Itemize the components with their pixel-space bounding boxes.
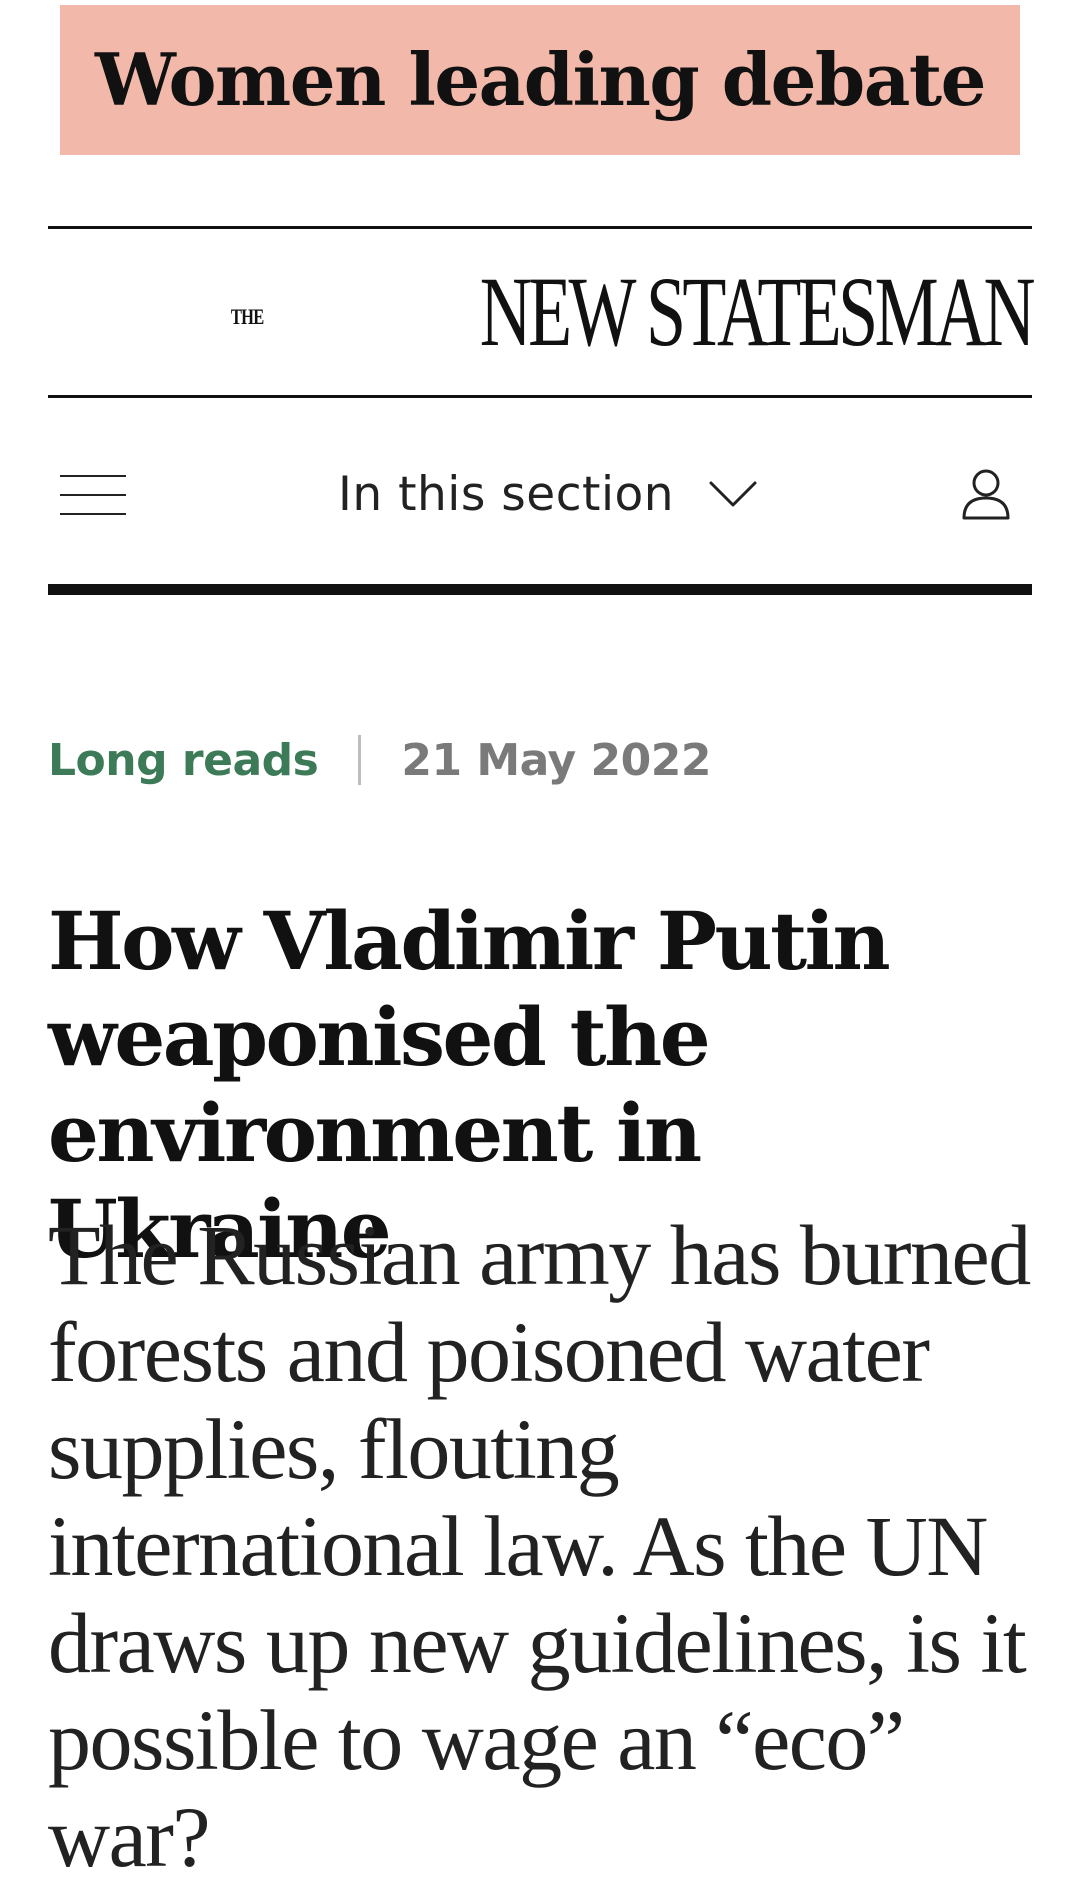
- site-logo[interactable]: THE NEW STATESMAN: [220, 256, 1036, 367]
- meta-divider: [358, 735, 362, 785]
- article-meta: Long reads 21 May 2022: [48, 730, 711, 790]
- navigation-bar: In this section: [48, 440, 1032, 550]
- user-account-icon[interactable]: [960, 468, 1012, 520]
- logo-name: NEW STATESMAN: [479, 256, 1036, 367]
- category-link[interactable]: Long reads: [48, 735, 319, 786]
- nav-bottom-rule: [48, 584, 1032, 595]
- article-standfirst: The Russian army has burned forests and …: [48, 1207, 1031, 1881]
- section-dropdown-label: In this section: [338, 466, 675, 522]
- masthead-bottom-rule: [48, 395, 1032, 398]
- ad-banner-text: Women leading debate: [95, 37, 986, 122]
- ad-banner[interactable]: Women leading debate: [60, 5, 1020, 155]
- chevron-down-icon: [709, 481, 757, 507]
- publish-date: 21 May 2022: [401, 734, 711, 786]
- in-this-section-dropdown[interactable]: In this section: [338, 464, 758, 524]
- masthead-top-rule: [48, 226, 1032, 229]
- hamburger-menu-icon[interactable]: [60, 474, 128, 516]
- logo-the: THE: [230, 304, 264, 329]
